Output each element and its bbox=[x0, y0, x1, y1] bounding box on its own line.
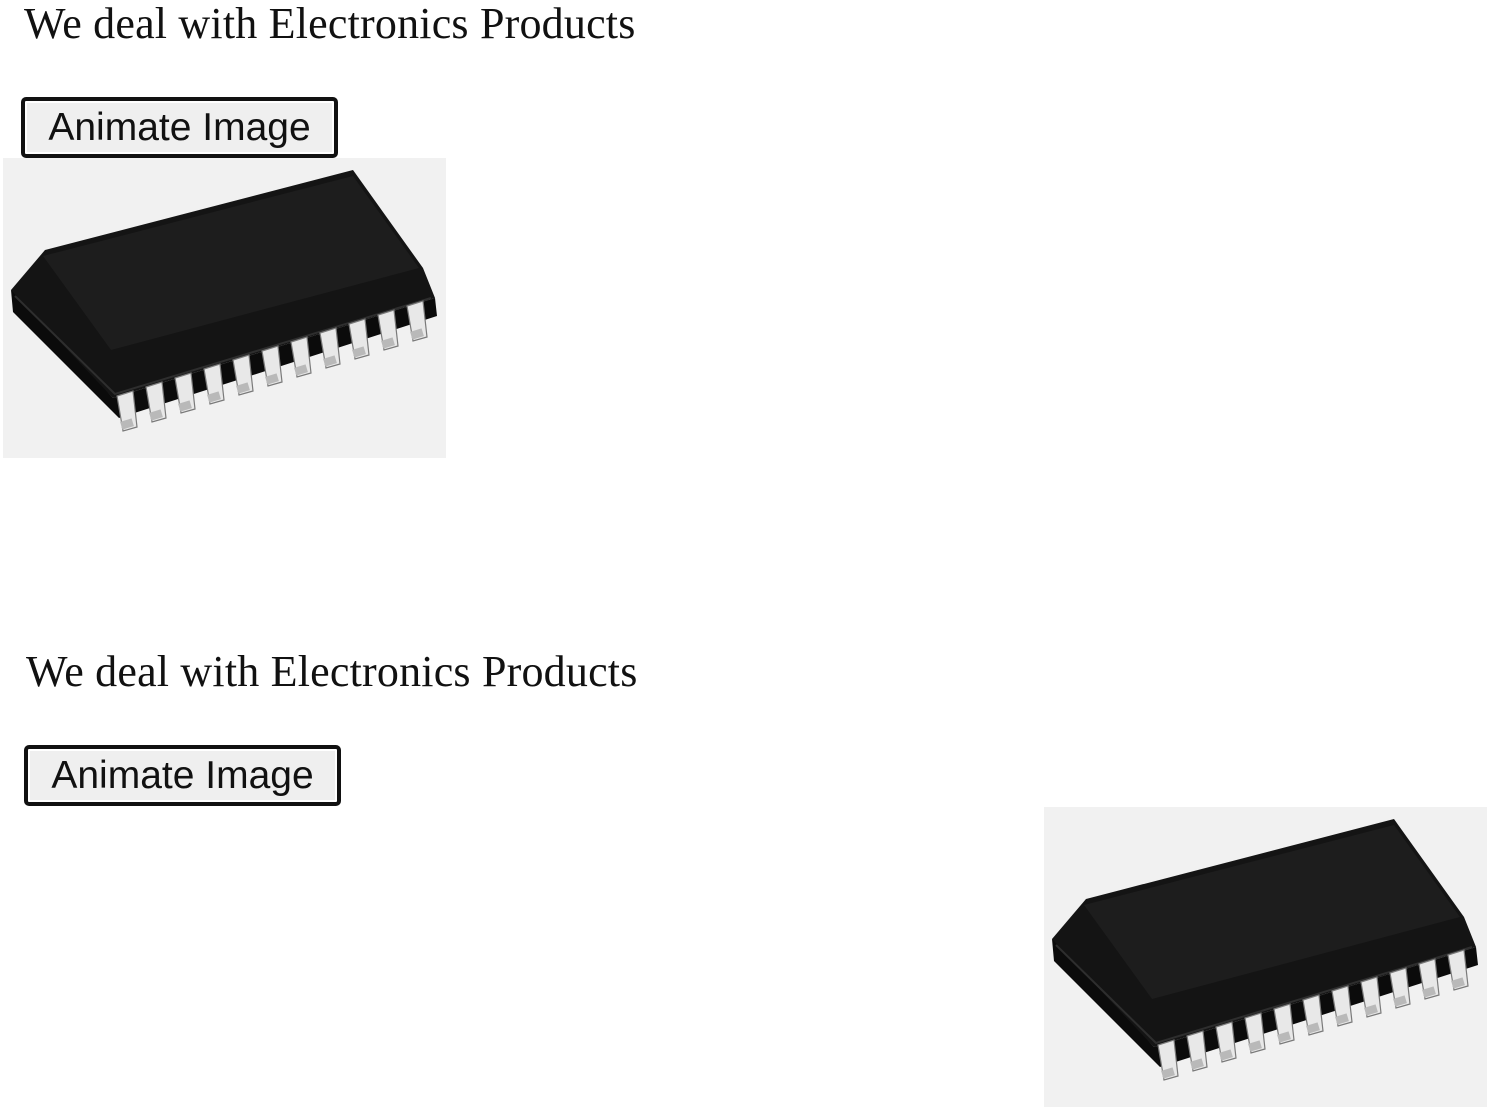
demo-before-animation: We deal with Electronics Products Animat… bbox=[0, 0, 1500, 556]
ic-chip-icon bbox=[1044, 807, 1487, 1107]
page-heading: We deal with Electronics Products bbox=[26, 647, 638, 696]
animate-image-button[interactable]: Animate Image bbox=[24, 745, 341, 806]
page-heading: We deal with Electronics Products bbox=[24, 0, 636, 48]
animate-image-button[interactable]: Animate Image bbox=[21, 97, 338, 158]
ic-chip-icon bbox=[3, 158, 446, 458]
electronics-product-image bbox=[3, 158, 446, 458]
electronics-product-image bbox=[1044, 807, 1487, 1107]
demo-after-animation: We deal with Electronics Products Animat… bbox=[0, 648, 1500, 1113]
